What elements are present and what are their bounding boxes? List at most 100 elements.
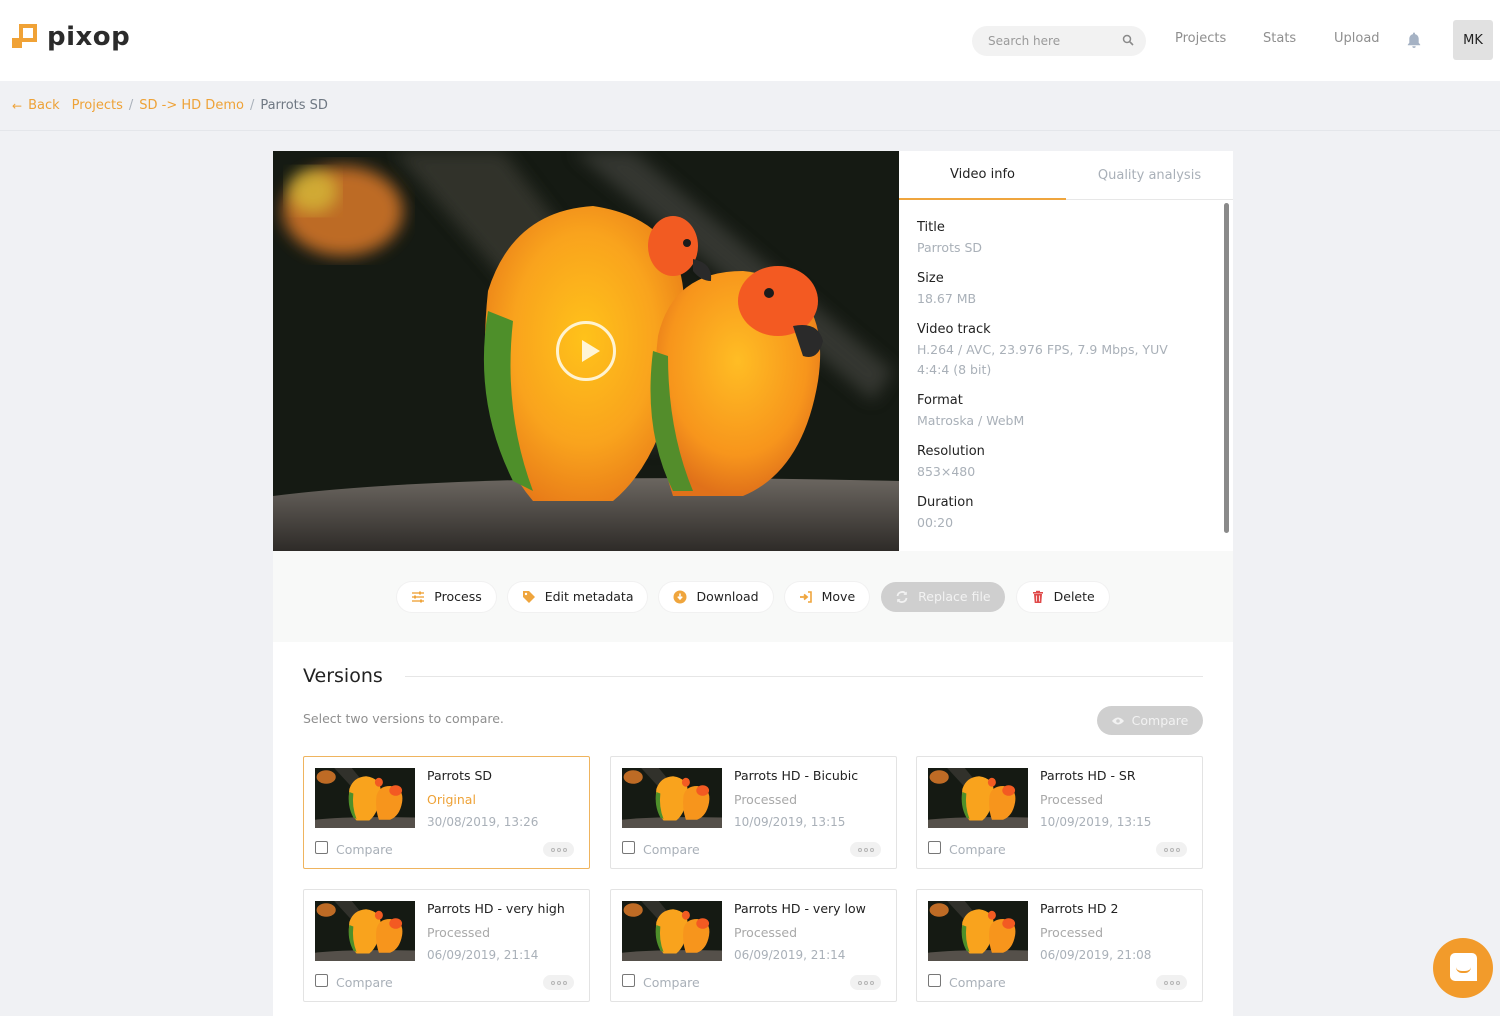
info-panel: Video info Quality analysis Title Parrot… (899, 151, 1233, 551)
info-scrollbar[interactable] (1224, 203, 1229, 533)
replace-file-button[interactable]: Replace file (881, 581, 1005, 612)
sign-in-icon (799, 590, 812, 603)
nav-projects[interactable]: Projects (1175, 31, 1226, 46)
delete-button[interactable]: Delete (1016, 581, 1109, 612)
video-player[interactable] (273, 151, 899, 551)
thumbnail-image (622, 768, 722, 828)
compare-checkbox-label[interactable]: Compare (336, 975, 393, 990)
versions-section: Versions Select two versions to compare.… (303, 661, 1203, 1002)
compare-checkbox-label[interactable]: Compare (336, 842, 393, 857)
version-card[interactable]: Parrots HD - Bicubic Processed 10/09/201… (610, 756, 897, 869)
version-status: Original (427, 792, 476, 807)
download-label: Download (696, 589, 759, 604)
search-input[interactable] (972, 34, 1112, 48)
dot-icon (1163, 847, 1168, 852)
tag-icon (522, 590, 535, 603)
breadcrumb-projects[interactable]: Projects (72, 98, 123, 113)
chat-launcher-button[interactable] (1433, 938, 1493, 998)
back-label: Back (28, 98, 60, 113)
version-title[interactable]: Parrots HD - very low (734, 901, 866, 916)
version-title[interactable]: Parrots SD (427, 768, 492, 783)
download-button[interactable]: Download (659, 581, 773, 612)
version-title[interactable]: Parrots HD - very high (427, 901, 565, 916)
compare-checkbox[interactable] (622, 974, 635, 987)
refresh-icon (896, 590, 908, 603)
version-card[interactable]: Parrots HD 2 Processed 06/09/2019, 21:08… (916, 889, 1203, 1002)
field-value: H.264 / AVC, 23.976 FPS, 7.9 Mbps, YUV 4… (917, 342, 1168, 377)
compare-checkbox[interactable] (622, 841, 635, 854)
thumbnail-image (928, 768, 1028, 828)
thumbnail-image (622, 901, 722, 961)
dot-icon (1169, 847, 1174, 852)
version-date: 10/09/2019, 13:15 (1040, 815, 1152, 829)
pixop-logo[interactable]: pixop (12, 24, 130, 50)
version-card[interactable]: Parrots HD - very high Processed 06/09/2… (303, 889, 590, 1002)
nav-stats[interactable]: Stats (1263, 31, 1296, 46)
version-thumbnail[interactable] (315, 768, 415, 828)
breadcrumb-separator: / (128, 98, 134, 113)
sliders-icon (412, 591, 425, 602)
version-title[interactable]: Parrots HD - Bicubic (734, 768, 858, 783)
version-thumbnail[interactable] (622, 768, 722, 828)
more-options-button[interactable] (1156, 975, 1187, 990)
version-status: Processed (734, 925, 798, 940)
edit-metadata-button[interactable]: Edit metadata (507, 581, 648, 612)
move-button[interactable]: Move (784, 581, 870, 612)
more-options-button[interactable] (543, 842, 574, 857)
tab-video-info[interactable]: Video info (899, 151, 1066, 200)
field-value: 00:20 (917, 515, 954, 530)
version-date: 06/09/2019, 21:08 (1040, 948, 1152, 962)
action-bar: Process Edit metadata Download Move Repl… (273, 551, 1233, 642)
version-thumbnail[interactable] (928, 901, 1028, 961)
thumbnail-image (315, 768, 415, 828)
back-link[interactable]: ← Back (12, 98, 60, 113)
move-label: Move (821, 589, 856, 604)
dot-icon (869, 847, 874, 852)
compare-checkbox-label[interactable]: Compare (643, 975, 700, 990)
dot-icon (1169, 980, 1174, 985)
compare-checkbox-label[interactable]: Compare (643, 842, 700, 857)
more-options-button[interactable] (850, 842, 881, 857)
compare-checkbox[interactable] (315, 974, 328, 987)
compare-button-label: Compare (1131, 713, 1189, 728)
user-avatar[interactable]: MK (1453, 20, 1493, 60)
search-box (972, 26, 1146, 56)
more-options-button[interactable] (850, 975, 881, 990)
version-thumbnail[interactable] (315, 901, 415, 961)
version-status: Processed (734, 792, 798, 807)
compare-checkbox-label[interactable]: Compare (949, 842, 1006, 857)
version-date: 06/09/2019, 21:14 (734, 948, 846, 962)
compare-button[interactable]: Compare (1097, 706, 1203, 735)
dot-icon (1175, 980, 1180, 985)
divider (404, 675, 1203, 677)
version-card[interactable]: Parrots HD - very low Processed 06/09/20… (610, 889, 897, 1002)
search-icon[interactable] (1122, 34, 1134, 46)
compare-checkbox-label[interactable]: Compare (949, 975, 1006, 990)
logo-text: pixop (47, 22, 131, 52)
process-button[interactable]: Process (397, 581, 496, 612)
more-options-button[interactable] (1156, 842, 1187, 857)
more-options-button[interactable] (543, 975, 574, 990)
field-label: Size (917, 271, 944, 286)
breadcrumb-separator: / (249, 98, 255, 113)
dot-icon (863, 847, 868, 852)
notification-bell-icon[interactable] (1405, 31, 1423, 49)
compare-checkbox[interactable] (928, 841, 941, 854)
breadcrumb-project[interactable]: SD -> HD Demo (139, 98, 244, 113)
version-thumbnail[interactable] (622, 901, 722, 961)
dot-icon (869, 980, 874, 985)
tab-quality-analysis[interactable]: Quality analysis (1066, 151, 1233, 199)
version-status: Processed (1040, 792, 1104, 807)
version-title[interactable]: Parrots HD - SR (1040, 768, 1136, 783)
dot-icon (550, 980, 555, 985)
compare-checkbox[interactable] (928, 974, 941, 987)
nav-upload[interactable]: Upload (1334, 31, 1380, 46)
breadcrumb-current: Parrots SD (260, 98, 328, 113)
version-title[interactable]: Parrots HD 2 (1040, 901, 1118, 916)
version-card[interactable]: Parrots SD Original 30/08/2019, 13:26 Co… (303, 756, 590, 869)
play-button[interactable] (556, 321, 616, 381)
version-thumbnail[interactable] (928, 768, 1028, 828)
download-circle-icon (673, 590, 687, 603)
version-card[interactable]: Parrots HD - SR Processed 10/09/2019, 13… (916, 756, 1203, 869)
compare-checkbox[interactable] (315, 841, 328, 854)
